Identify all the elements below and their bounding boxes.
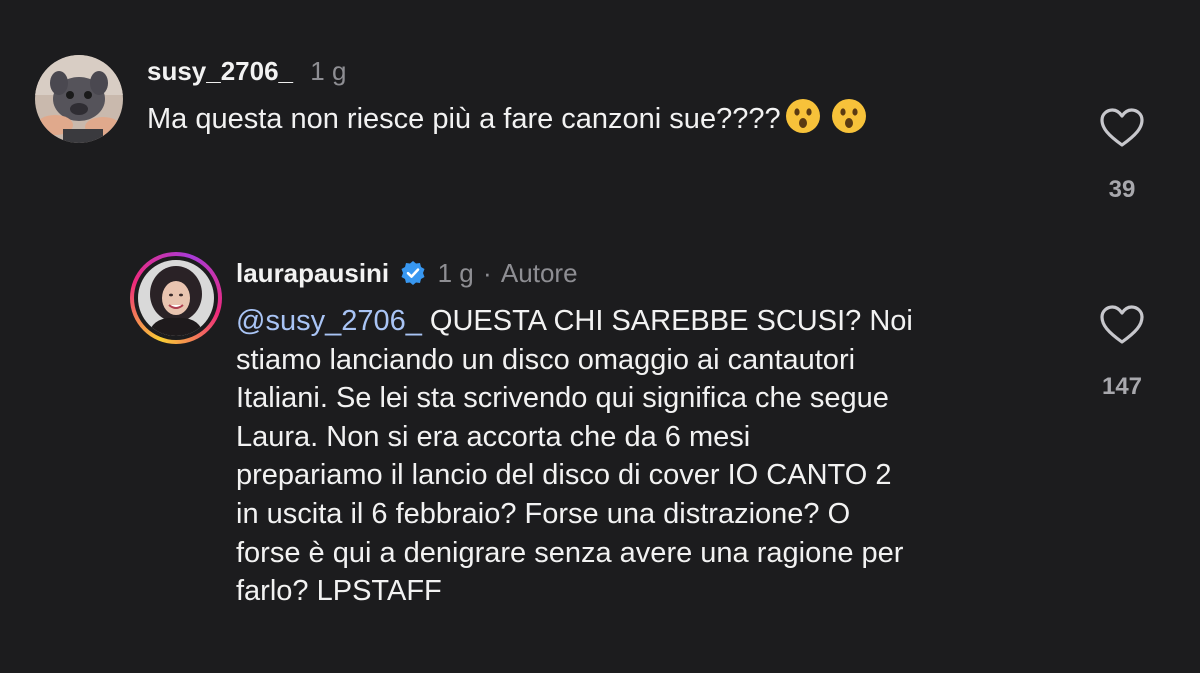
comment-susy: susy_2706_ 1 g Ma questa non riesce più … (0, 0, 1200, 230)
comment-body-susy: Ma questa non riesce più a fare canzoni … (147, 103, 781, 135)
like-group-laurapausini: 147 (1092, 305, 1152, 401)
comment-line: in uscita il 6 febbraio? Forse una distr… (236, 497, 851, 530)
username-susy[interactable]: susy_2706_ (147, 56, 293, 86)
comment-line: Laura. Non si era accorta che da 6 mesi (236, 420, 751, 453)
heart-icon[interactable] (1092, 108, 1152, 150)
heart-icon[interactable] (1092, 305, 1152, 347)
like-count-laurapausini: 147 (1101, 373, 1143, 400)
timestamp-susy: 1 g (310, 56, 347, 86)
comment-line: farlo? LPSTAFF (236, 575, 442, 608)
timestamp-laurapausini: 1 g (437, 258, 474, 288)
verified-badge-icon (400, 260, 426, 293)
astonished-face-icon (785, 98, 821, 142)
comment-laurapausini: laurapausini 1 g · Autore @susy_2706_ QU… (0, 240, 1200, 670)
avatar-ring-laurapausini[interactable] (130, 252, 222, 344)
puppy-avatar-icon (35, 55, 123, 143)
comment-line: forse è qui a denigrare senza avere una … (236, 536, 904, 569)
astonished-face-icon (831, 98, 867, 142)
meta-separator: · (483, 258, 492, 288)
like-count-susy: 39 (1108, 176, 1136, 203)
comment-header-susy: susy_2706_ 1 g (147, 56, 346, 87)
comment-text-laurapausini: @susy_2706_ QUESTA CHI SAREBBE SCUSI? No… (236, 302, 1096, 611)
like-group-susy: 39 (1092, 108, 1152, 204)
profile-photo-avatar-icon (138, 260, 214, 336)
mention-link[interactable]: @susy_2706_ (236, 305, 422, 337)
username-laurapausini[interactable]: laurapausini (236, 258, 389, 288)
comment-line: @susy_2706_ QUESTA CHI SAREBBE SCUSI? No… (236, 305, 913, 337)
comment-header-laurapausini: laurapausini 1 g · Autore (236, 258, 578, 293)
avatar-susy[interactable] (35, 55, 123, 143)
comment-line: prepariamo il lancio del disco di cover … (236, 459, 892, 492)
comment-line: Italiani. Se lei sta scrivendo qui signi… (236, 382, 889, 415)
comment-line: stiamo lanciando un disco omaggio ai can… (236, 343, 856, 376)
author-label: Autore (500, 258, 578, 288)
comment-text-susy: Ma questa non riesce più a fare canzoni … (147, 98, 867, 142)
